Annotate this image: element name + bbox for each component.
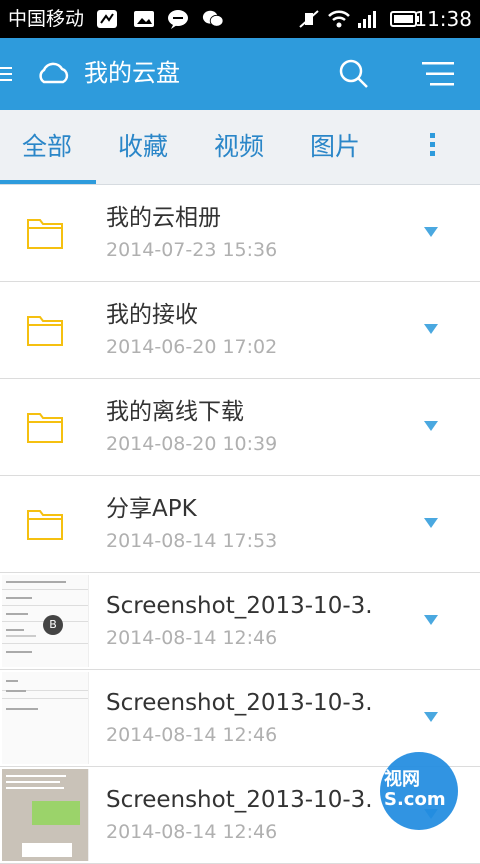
file-date: 2014-08-14 12:46 xyxy=(106,627,278,649)
folder-icon xyxy=(27,316,63,346)
list-item[interactable]: B Screenshot_2013-10-3. 2014-08-14 12:46 xyxy=(0,573,480,670)
expand-arrow-icon[interactable] xyxy=(424,324,438,334)
tab-all[interactable]: 全部 xyxy=(22,130,72,164)
image-thumbnail: B xyxy=(2,575,89,667)
expand-arrow-icon[interactable] xyxy=(424,712,438,722)
carrier-label: 中国移动 xyxy=(8,8,85,30)
status-bar: 中国移动 11:38 xyxy=(0,0,480,38)
image-thumbnail xyxy=(2,672,89,764)
file-name: Screenshot_2013-10-3. xyxy=(106,593,373,619)
list-item[interactable]: 我的云相册 2014-07-23 15:36 xyxy=(0,185,480,282)
category-tabs: 全部 收藏 视频 图片 xyxy=(0,110,480,185)
file-date: 2014-08-14 12:46 xyxy=(106,724,278,746)
tab-videos[interactable]: 视频 xyxy=(214,130,264,164)
file-date: 2014-07-23 15:36 xyxy=(106,239,278,261)
page-title: 我的云盘 xyxy=(84,59,180,87)
file-name: 分享APK xyxy=(106,496,197,522)
expand-arrow-icon[interactable] xyxy=(424,227,438,237)
list-menu-icon[interactable] xyxy=(420,60,456,88)
badge-icon: B xyxy=(43,615,63,635)
search-icon[interactable] xyxy=(338,58,370,90)
file-date: 2014-08-14 17:53 xyxy=(106,530,278,552)
sim-icon xyxy=(97,10,117,28)
chat-icon xyxy=(168,10,188,29)
list-item[interactable]: 我的离线下载 2014-08-20 10:39 xyxy=(0,379,480,476)
signal-icon xyxy=(358,11,376,28)
file-date: 2014-06-20 17:02 xyxy=(106,336,278,358)
wechat-icon xyxy=(202,10,224,27)
expand-arrow-icon[interactable] xyxy=(424,421,438,431)
file-name: Screenshot_2013-10-3. xyxy=(106,690,373,716)
folder-icon xyxy=(27,413,63,443)
file-name: 我的离线下载 xyxy=(106,399,244,425)
folder-icon xyxy=(27,219,63,249)
expand-arrow-icon[interactable] xyxy=(424,518,438,528)
file-name: 我的云相册 xyxy=(106,205,221,231)
cloud-icon xyxy=(39,62,69,84)
image-icon xyxy=(134,11,154,27)
expand-arrow-icon[interactable] xyxy=(424,615,438,625)
clock-time: 11:38 xyxy=(414,7,472,31)
menu-icon[interactable] xyxy=(0,66,14,82)
more-options-icon[interactable] xyxy=(418,130,446,166)
tab-favorites[interactable]: 收藏 xyxy=(118,130,168,164)
file-name: Screenshot_2013-10-3. xyxy=(106,787,373,813)
app-header: 我的云盘 xyxy=(0,38,480,110)
active-tab-indicator xyxy=(0,180,96,184)
list-item[interactable]: 分享APK 2014-08-14 17:53 xyxy=(0,476,480,573)
watermark-text: 视网 S.com xyxy=(384,769,446,810)
image-thumbnail xyxy=(2,769,89,861)
file-name: 我的接收 xyxy=(106,302,198,328)
list-item[interactable]: 我的接收 2014-06-20 17:02 xyxy=(0,282,480,379)
wifi-icon xyxy=(328,10,350,28)
tab-images[interactable]: 图片 xyxy=(310,130,360,164)
folder-icon xyxy=(27,510,63,540)
mute-icon xyxy=(299,10,319,28)
file-date: 2014-08-14 12:46 xyxy=(106,821,278,843)
file-date: 2014-08-20 10:39 xyxy=(106,433,278,455)
